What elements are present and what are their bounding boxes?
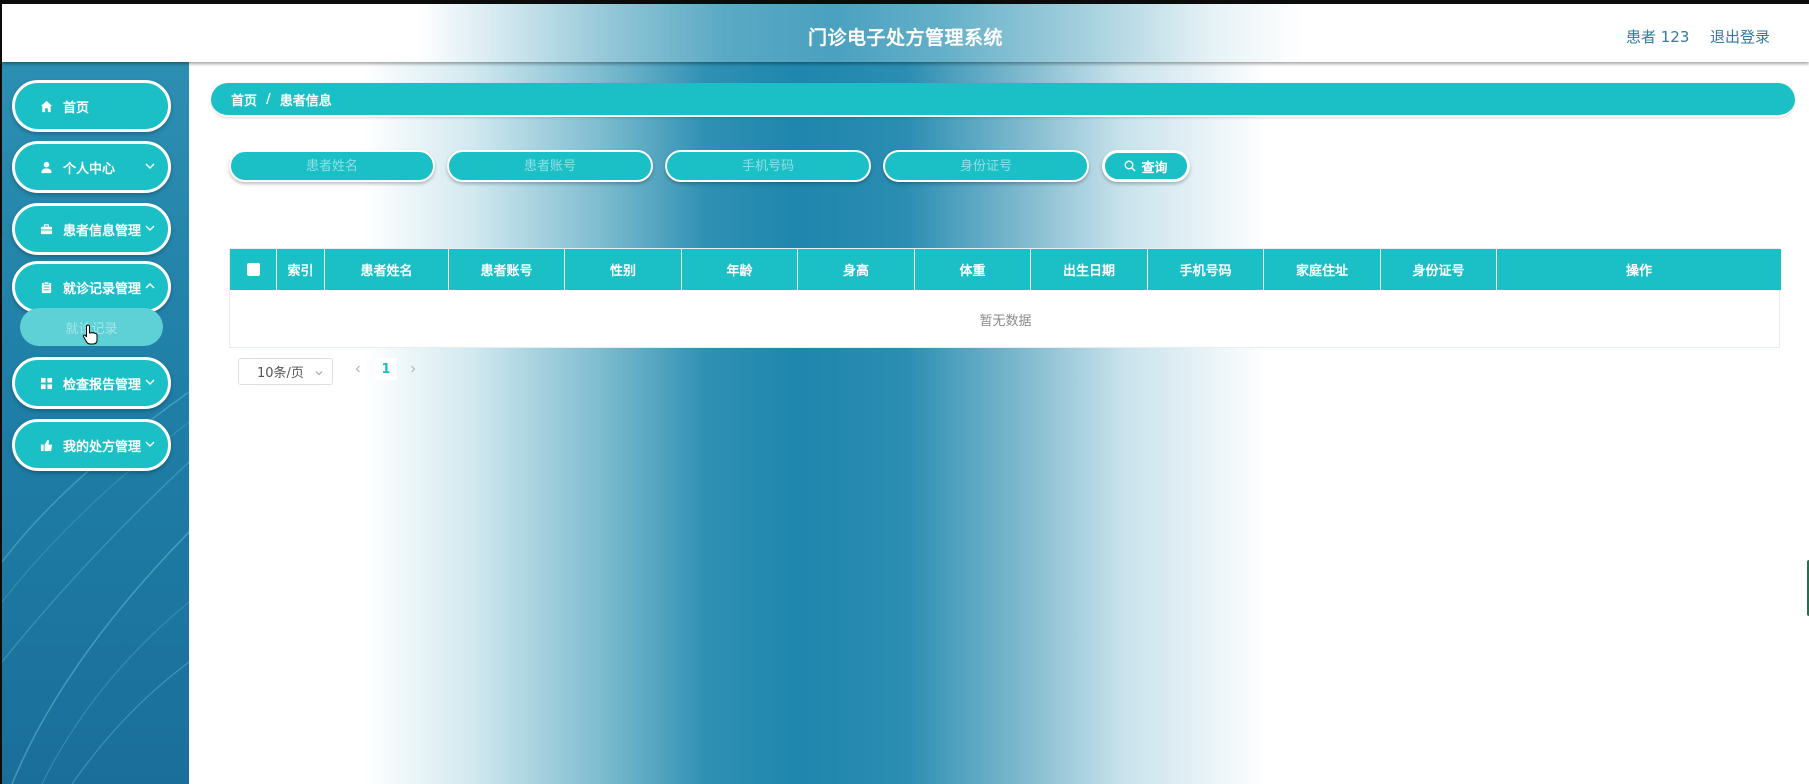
column-header-patient-name: 患者姓名 [325,249,449,290]
app-title: 门诊电子处方管理系统 [807,27,1003,49]
column-header-gender: 性别 [565,249,682,290]
chevron-down-icon [315,371,323,376]
column-header-address: 家庭住址 [1264,249,1381,290]
prev-page-button[interactable] [347,358,369,380]
user-name: 患者 123 [1626,28,1690,46]
column-header-index: 索引 [277,249,325,290]
home-icon [39,99,53,113]
patient-account-input[interactable] [447,150,653,182]
breadcrumb-current: 患者信息 [279,93,332,109]
sidebar-item-personal-center[interactable]: 个人中心 [12,141,171,193]
table-header: 索引 患者姓名 患者账号 性别 年龄 身高 体重 出生日期 手机号码 家庭住址 … [230,249,1781,290]
hand-cursor-icon [82,324,98,345]
breadcrumb-home[interactable]: 首页 [231,90,257,109]
page-number-current[interactable]: 1 [375,358,397,380]
sidebar-item-label: 首页 [63,100,90,116]
sidebar-item-my-prescriptions[interactable]: 我的处方管理 [12,419,171,471]
user-icon [39,160,53,174]
page-size-select[interactable]: 10条/页 [238,358,333,385]
next-page-button[interactable] [402,358,424,380]
clipboard-icon [39,280,53,294]
select-all-checkbox[interactable] [246,263,260,276]
column-header-phone: 手机号码 [1148,249,1264,290]
top-bar: 门诊电子处方管理系统 患者 123 退出登录 [2,4,1809,62]
id-card-input[interactable] [883,150,1089,182]
sidebar: 首页 个人中心 患者信息管理 就诊记录管理 就诊记录 检查报告管理 我的处方管理 [2,62,189,784]
breadcrumb: 首页 / 患者信息 [211,83,1795,117]
chevron-right-icon [411,365,416,373]
logout-link[interactable]: 退出登录 [1710,26,1770,47]
sidebar-item-label: 患者信息管理 [63,223,142,239]
grid-icon [39,376,53,390]
empty-state-text: 暂无数据 [979,313,1032,329]
select-all-header [230,249,277,290]
patient-table: 索引 患者姓名 患者账号 性别 年龄 身高 体重 出生日期 手机号码 家庭住址 … [229,248,1781,348]
breadcrumb-separator: / [266,91,271,107]
column-header-id-card: 身份证号 [1381,249,1497,290]
chevron-left-icon [355,365,360,373]
column-header-height: 身高 [798,249,915,290]
column-header-birth-date: 出生日期 [1031,249,1148,290]
chevron-down-icon [145,379,155,385]
patient-name-input[interactable] [229,150,435,182]
search-icon [1124,160,1136,172]
thumbs-up-icon [39,438,53,452]
chevron-down-icon [145,225,155,231]
app-frame: 门诊电子处方管理系统 患者 123 退出登录 首页 个人中心 患者信息管理 就诊… [2,4,1809,784]
sidebar-item-label: 就诊记录管理 [63,281,142,297]
sidebar-item-patient-management[interactable]: 患者信息管理 [12,203,171,255]
chevron-down-icon [145,441,155,447]
sidebar-item-home[interactable]: 首页 [12,80,171,132]
query-button-label: 查询 [1141,160,1168,176]
column-header-weight: 体重 [915,249,1031,290]
page-size-value: 10条/页 [257,366,304,381]
sidebar-item-label: 检查报告管理 [63,377,142,393]
sidebar-item-label: 个人中心 [63,161,116,177]
sidebar-item-label: 我的处方管理 [63,439,142,455]
briefcase-icon [39,222,53,236]
phone-number-input[interactable] [665,150,871,182]
sidebar-item-visit-records[interactable]: 就诊记录管理 [12,261,171,313]
sidebar-item-exam-reports[interactable]: 检查报告管理 [12,357,171,409]
column-header-age: 年龄 [682,249,798,290]
query-button[interactable]: 查询 [1102,150,1190,182]
chevron-down-icon [145,163,155,169]
column-header-patient-account: 患者账号 [449,249,565,290]
chevron-up-icon [145,283,155,289]
column-header-actions: 操作 [1625,264,1652,279]
